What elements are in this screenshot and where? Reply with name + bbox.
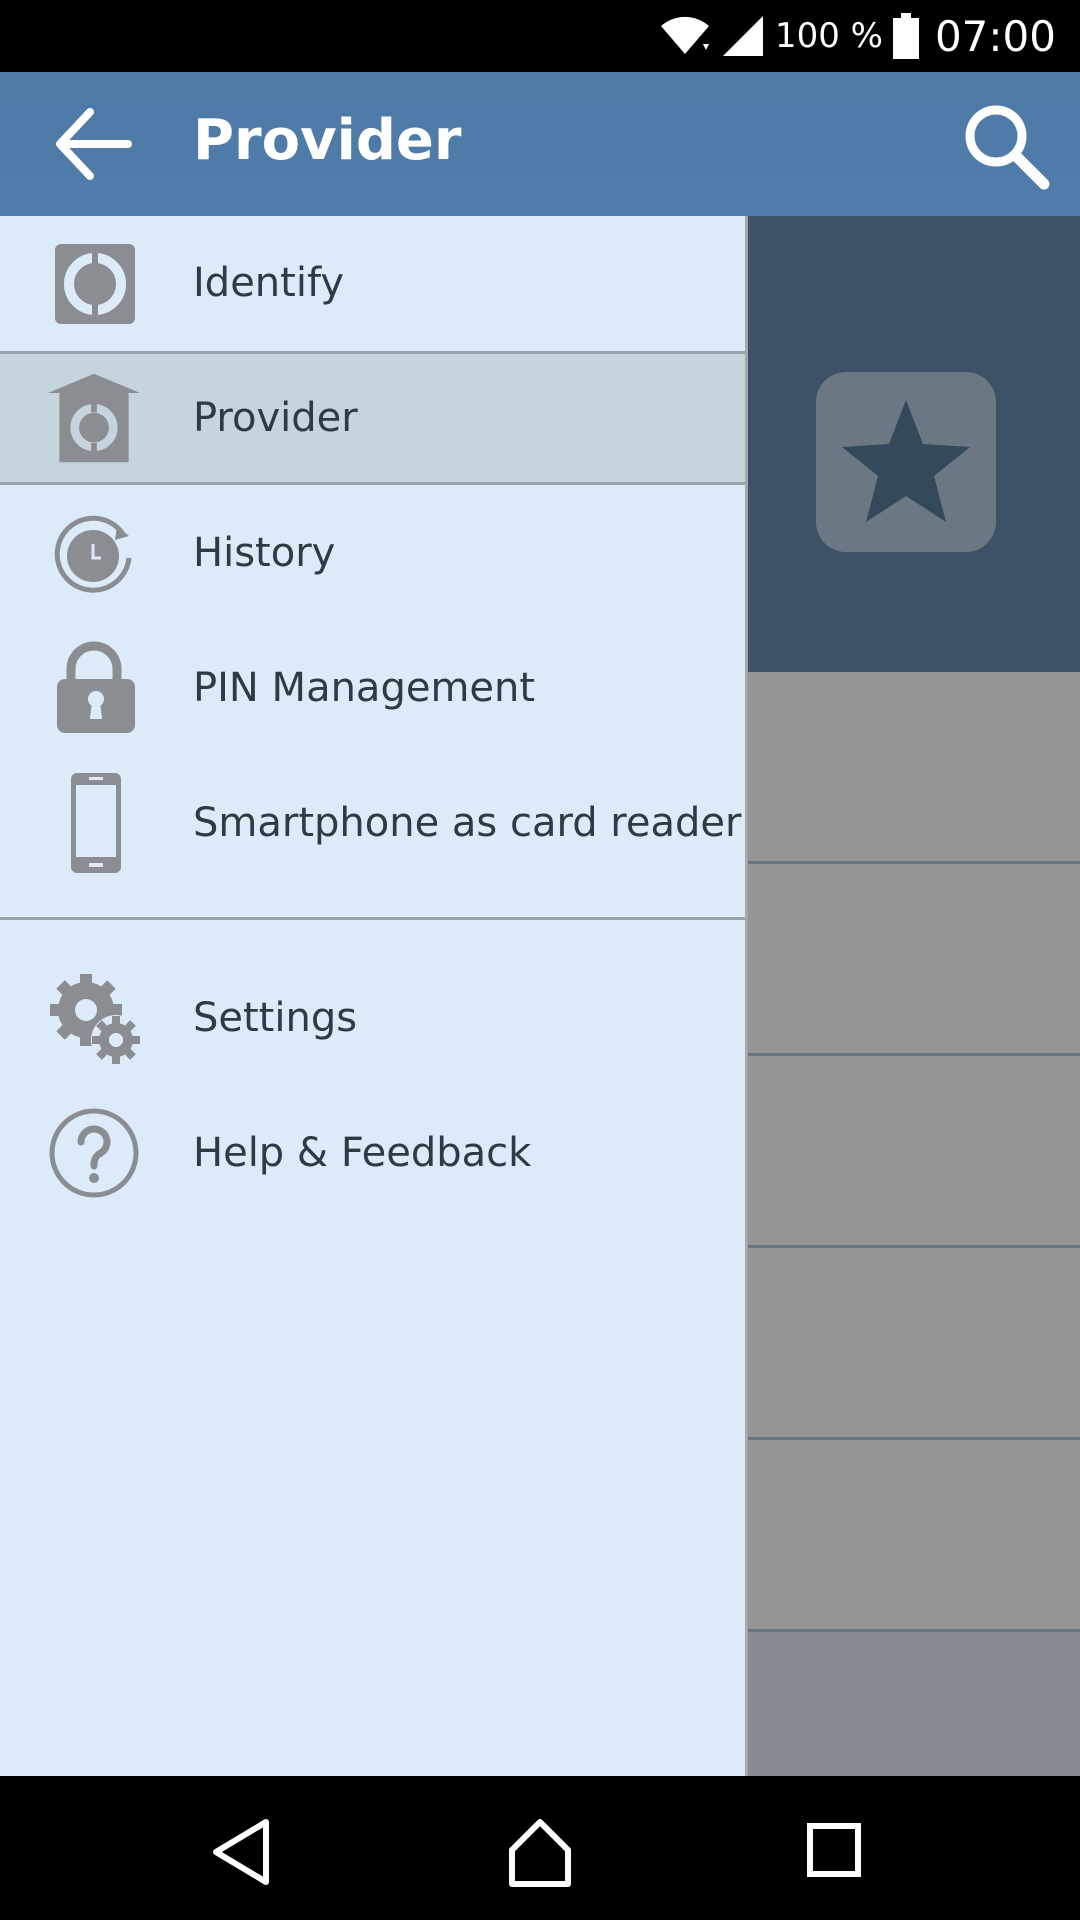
identify-icon — [44, 233, 144, 333]
signal-icon — [722, 16, 763, 56]
favorite-tile[interactable] — [816, 372, 996, 552]
drawer-divider — [0, 917, 745, 920]
drawer-item-smartphone-card-reader[interactable]: Smartphone as card reader — [0, 756, 745, 890]
search-icon[interactable] — [960, 100, 1050, 190]
back-arrow-icon[interactable] — [52, 106, 132, 182]
wifi-icon — [660, 16, 709, 54]
back-nav-icon[interactable] — [200, 1812, 280, 1892]
provider-icon — [44, 368, 144, 468]
drawer-item-help-feedback[interactable]: Help & Feedback — [0, 1086, 745, 1220]
clock: 07:00 — [934, 11, 1056, 61]
history-icon — [44, 503, 144, 603]
lock-icon — [44, 638, 144, 738]
drawer-item-label: Smartphone as card reader — [193, 800, 742, 846]
drawer-item-label: Help & Feedback — [193, 1130, 532, 1176]
star-icon — [842, 400, 970, 522]
screen: 100 % 07:00 Provider Identify Provider H… — [0, 0, 1080, 1920]
drawer-item-settings[interactable]: Settings — [0, 951, 745, 1085]
list-row — [748, 1632, 1080, 1776]
page-title: Provider — [193, 108, 462, 173]
help-icon — [44, 1103, 144, 1203]
battery-percentage: 100 % — [774, 16, 883, 56]
system-navigation-bar — [0, 1776, 1080, 1920]
list-divider — [748, 1437, 1080, 1440]
drawer-item-label: PIN Management — [193, 665, 536, 711]
app-bar: Provider — [0, 72, 1080, 216]
drawer-item-identify[interactable]: Identify — [0, 216, 745, 350]
drawer-item-label: Settings — [193, 995, 358, 1041]
settings-icon — [44, 968, 144, 1068]
drawer-item-label: Provider — [193, 395, 358, 441]
home-nav-icon[interactable] — [500, 1812, 580, 1892]
battery-icon — [892, 13, 919, 59]
status-bar: 100 % 07:00 — [0, 0, 1080, 72]
drawer-item-label: Identify — [193, 260, 344, 306]
drawer-item-pin-management[interactable]: PIN Management — [0, 621, 745, 755]
list-divider — [748, 1245, 1080, 1248]
smartphone-icon — [44, 773, 144, 873]
drawer-item-provider[interactable]: Provider — [0, 351, 745, 485]
recents-nav-icon[interactable] — [800, 1812, 880, 1892]
list-divider — [748, 861, 1080, 864]
list-divider — [748, 1053, 1080, 1056]
navigation-drawer: Identify Provider History PIN Management… — [0, 216, 748, 1776]
drawer-item-label: History — [193, 530, 336, 576]
drawer-item-history[interactable]: History — [0, 486, 745, 620]
